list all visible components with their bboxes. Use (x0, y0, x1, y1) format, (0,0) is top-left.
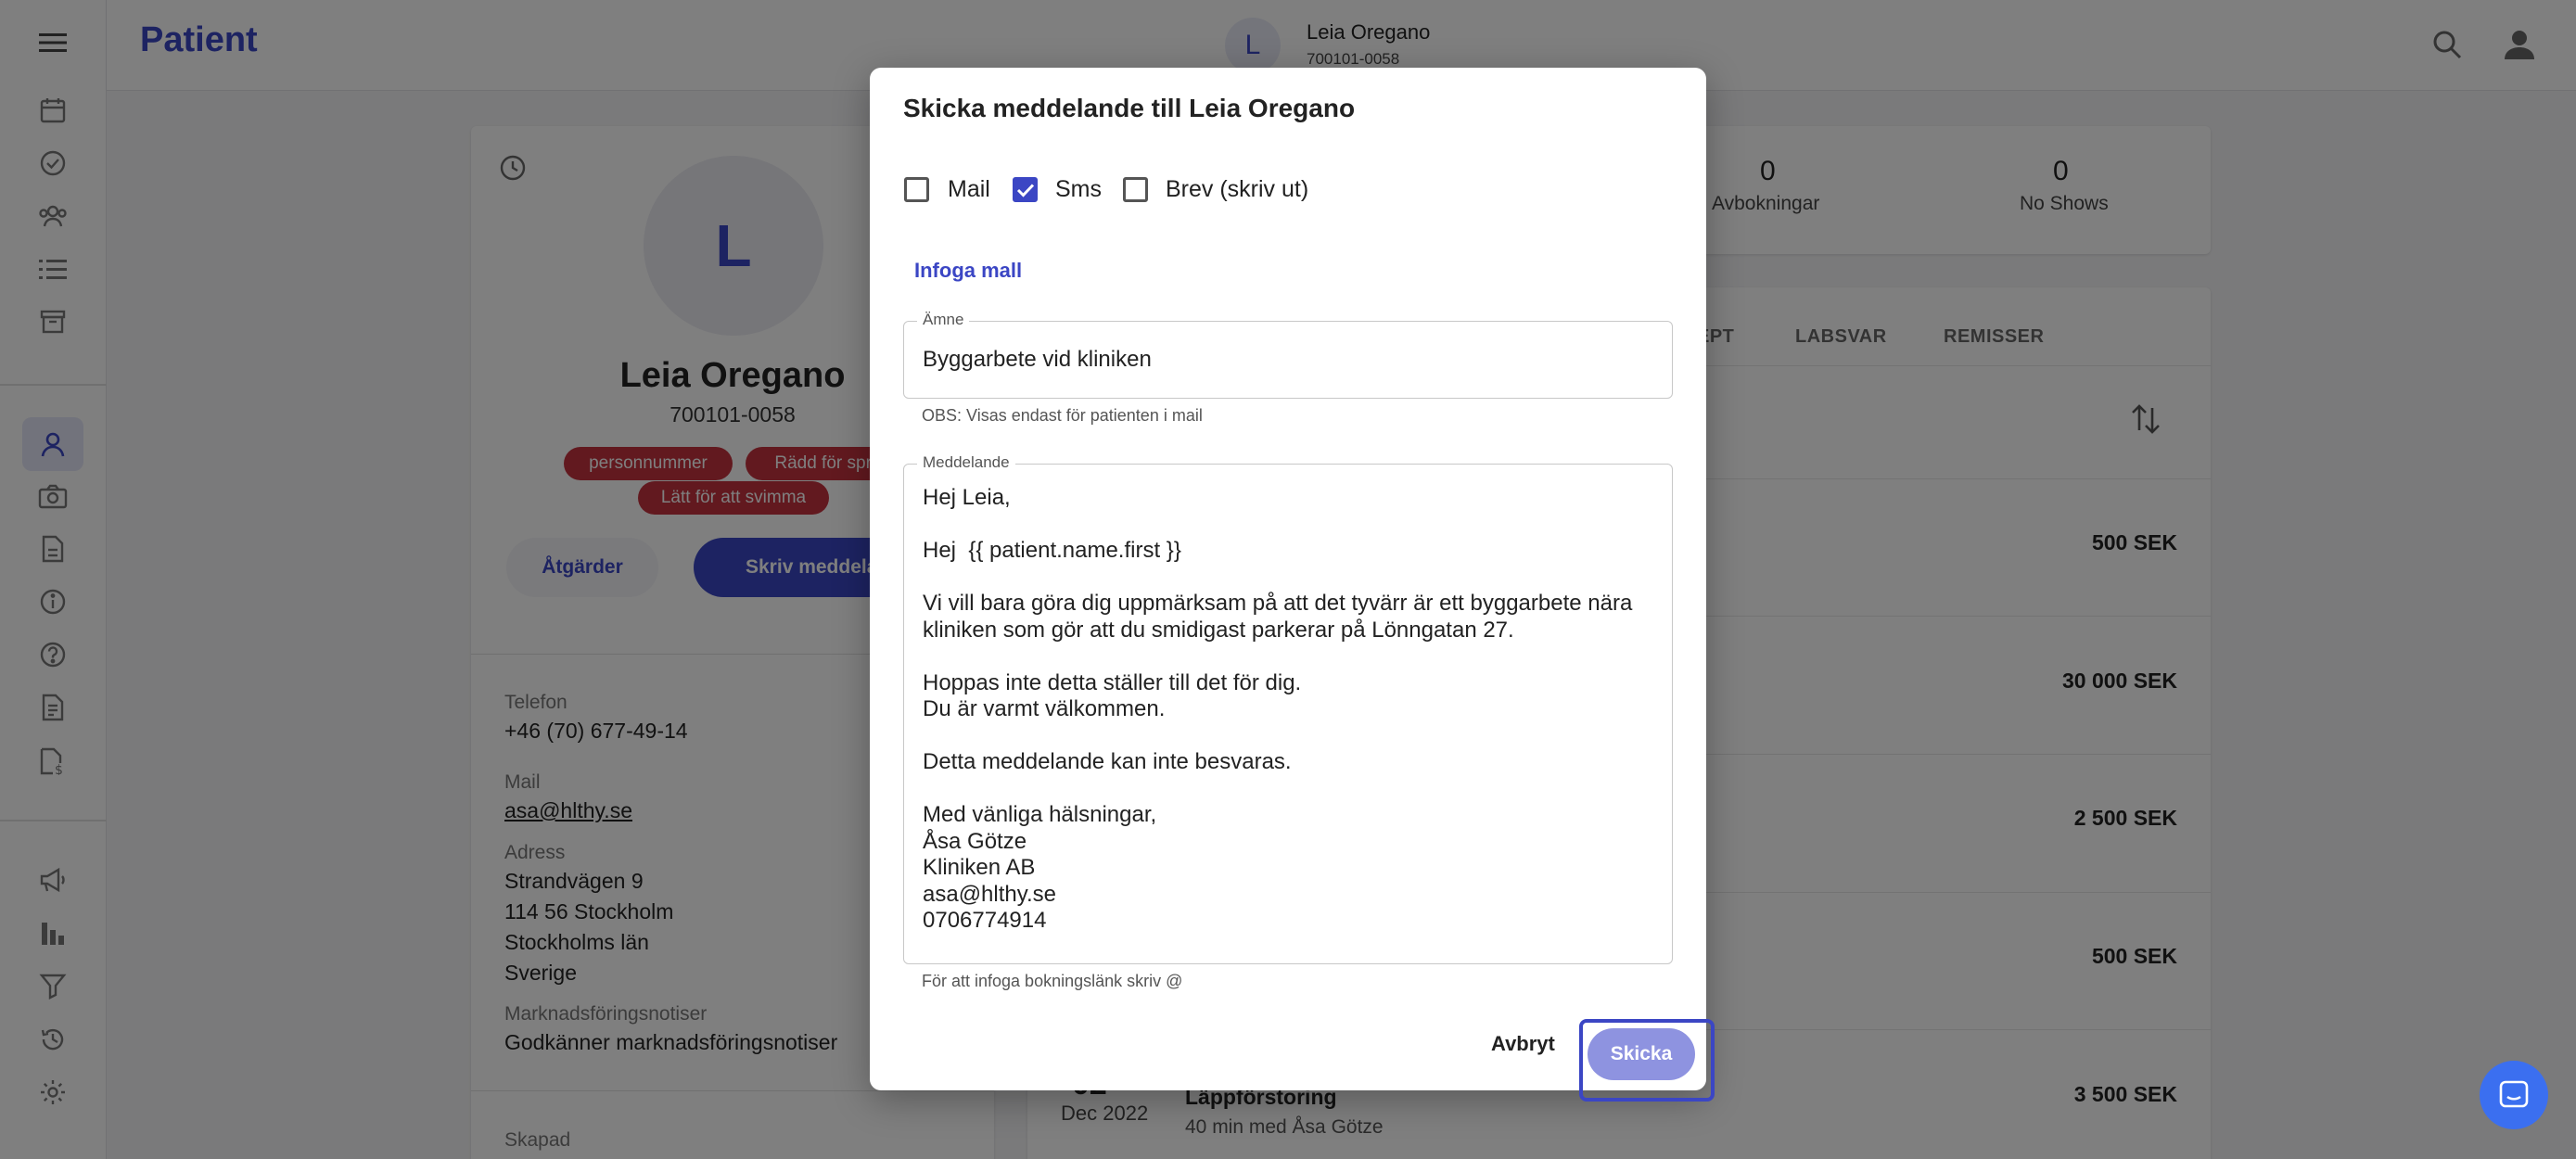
cancel-button[interactable]: Avbryt (1491, 1032, 1555, 1056)
letter-checkbox-label[interactable]: Brev (skriv ut) (1166, 176, 1308, 203)
chat-launcher[interactable] (2480, 1061, 2548, 1129)
message-label: Meddelande (917, 453, 1015, 472)
subject-label: Ämne (917, 311, 970, 329)
subject-field[interactable]: Ämne Byggarbete vid kliniken (903, 311, 1673, 399)
message-helper-text: För att infoga bokningslänk skriv @ (922, 972, 1183, 990)
sms-checkbox[interactable] (1013, 177, 1038, 202)
subject-value[interactable]: Byggarbete vid kliniken (923, 347, 1152, 373)
dialog-title: Skicka meddelande till Leia Oregano (903, 94, 1356, 122)
mail-checkbox-label[interactable]: Mail (948, 176, 990, 203)
letter-checkbox[interactable] (1123, 177, 1148, 202)
message-text[interactable]: Hej Leia, Hej {{ patient.name.first }} V… (923, 485, 1655, 935)
send-message-dialog: Skicka meddelande till Leia Oregano Mail… (870, 68, 1706, 1090)
chat-icon (2499, 1080, 2529, 1108)
sms-checkbox-label[interactable]: Sms (1055, 176, 1102, 203)
subject-helper-text: OBS: Visas endast för patienten i mail (922, 406, 1203, 425)
insert-template-button[interactable]: Infoga mall (914, 259, 1022, 283)
send-button[interactable]: Skicka (1588, 1028, 1695, 1080)
check-icon (1016, 183, 1034, 197)
mail-checkbox[interactable] (904, 177, 929, 202)
message-field[interactable]: Meddelande Hej Leia, Hej {{ patient.name… (903, 453, 1673, 964)
